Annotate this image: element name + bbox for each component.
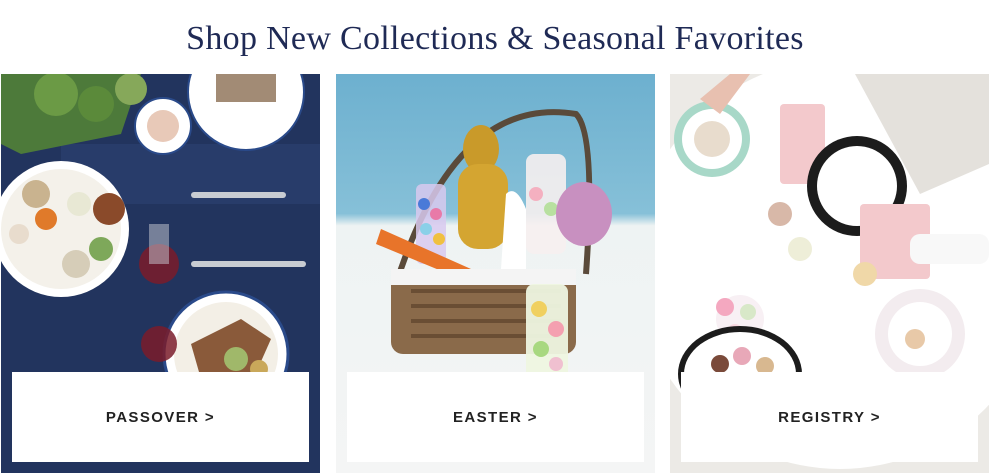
easter-collection-tile[interactable]: EASTER > bbox=[336, 74, 655, 473]
easter-button-label: EASTER > bbox=[453, 408, 538, 426]
passover-button[interactable]: PASSOVER > bbox=[12, 372, 309, 462]
registry-button-label: REGISTRY > bbox=[778, 408, 881, 426]
easter-button[interactable]: EASTER > bbox=[347, 372, 644, 462]
registry-button[interactable]: REGISTRY > bbox=[681, 372, 978, 462]
registry-tile[interactable]: REGISTRY > bbox=[670, 74, 989, 473]
passover-button-label: PASSOVER > bbox=[105, 408, 216, 426]
page-title: Shop New Collections & Seasonal Favorite… bbox=[186, 20, 804, 57]
passover-collection-tile[interactable]: PASSOVER > bbox=[1, 74, 320, 473]
